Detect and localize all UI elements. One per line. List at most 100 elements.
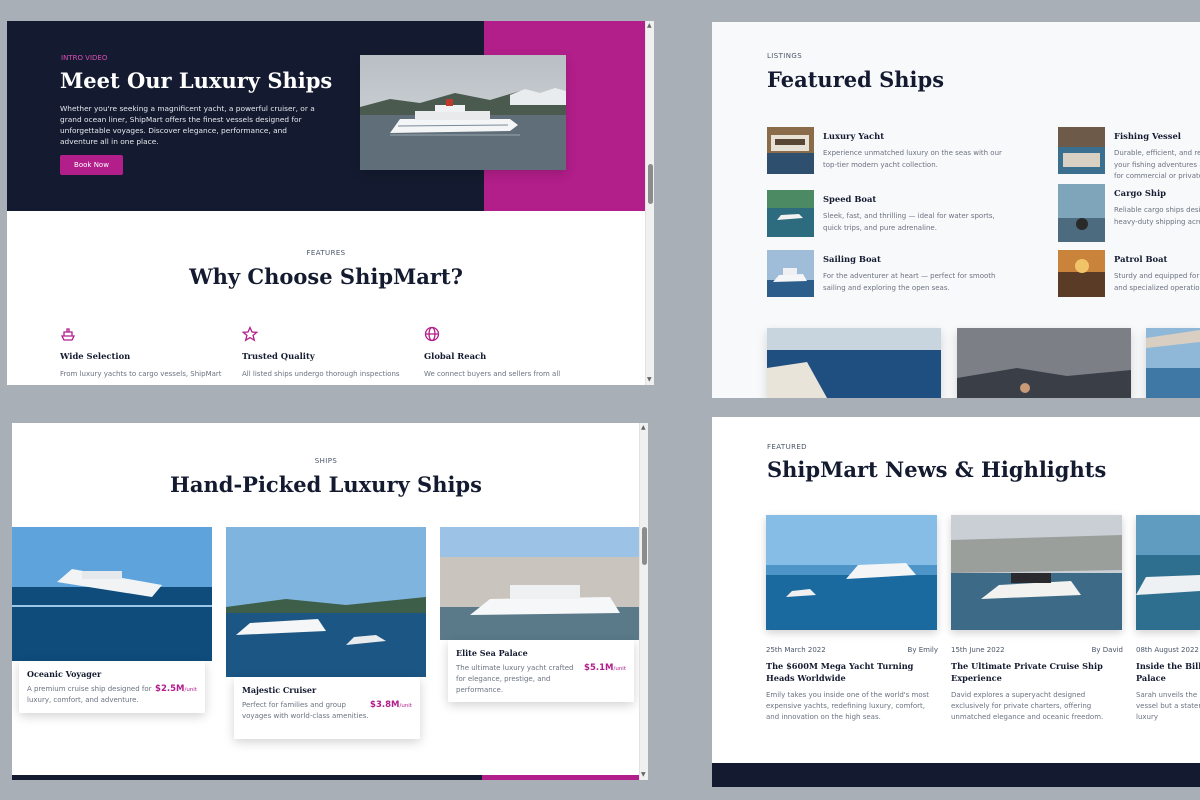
news-image bbox=[951, 515, 1122, 630]
gallery-image[interactable] bbox=[957, 328, 1131, 398]
news-title: ShipMart News & Highlights bbox=[767, 457, 1107, 482]
news-author: By Emily bbox=[907, 646, 938, 654]
listing-thumbnail bbox=[767, 190, 814, 237]
features-title: Why Choose ShipMart? bbox=[189, 264, 463, 289]
ship-desc: A premium cruise ship designed for luxur… bbox=[27, 685, 152, 704]
scrollbar[interactable]: ▲ ▼ bbox=[645, 21, 654, 385]
news-headline[interactable]: Inside the Billionaire's Floating Palace bbox=[1136, 660, 1200, 684]
news-image bbox=[766, 515, 937, 630]
listing-name: Luxury Yacht bbox=[823, 131, 885, 141]
feature-trusted-quality: Trusted Quality All listed ships undergo… bbox=[242, 326, 412, 378]
news-headline[interactable]: The $600M Mega Yacht Turning Heads World… bbox=[766, 660, 938, 684]
listing-desc: Reliable cargo ships designed for heavy-… bbox=[1114, 206, 1200, 226]
star-icon bbox=[242, 326, 258, 342]
ship-image-elite-sea-palace[interactable] bbox=[440, 527, 640, 640]
intro-features-panel: INTRO VIDEO Meet Our Luxury Ships Whethe… bbox=[7, 21, 654, 385]
listing-thumbnail bbox=[1058, 250, 1105, 297]
listing-name: Fishing Vessel bbox=[1114, 131, 1181, 141]
scrollbar-thumb[interactable] bbox=[642, 527, 647, 565]
feature-desc: We connect buyers and sellers from all bbox=[424, 370, 561, 378]
book-now-button[interactable]: Book Now bbox=[60, 155, 123, 175]
news-meta: 08th August 2022 bbox=[1136, 646, 1200, 654]
ship-image-majestic-cruiser[interactable] bbox=[226, 527, 426, 677]
news-card[interactable]: 25th March 2022 By Emily The $600M Mega Y… bbox=[766, 515, 938, 723]
ship-image-oceanic-voyager[interactable] bbox=[12, 527, 212, 661]
news-date: 15th June 2022 bbox=[951, 646, 1005, 654]
ship-name: Majestic Cruiser bbox=[242, 685, 317, 695]
listing-name: Speed Boat bbox=[823, 194, 877, 204]
ships-kicker: SHIPS bbox=[314, 457, 338, 465]
news-desc: David explores a superyacht designed exc… bbox=[951, 691, 1104, 721]
gallery-image[interactable] bbox=[767, 328, 941, 398]
hero-text: Whether you're seeking a magnificent yac… bbox=[60, 104, 315, 146]
ship-card[interactable]: Majestic Cruiser Perfect for families an… bbox=[234, 677, 420, 739]
listing-item[interactable]: Fishing Vessel Durable, efficient, and r… bbox=[1058, 127, 1200, 180]
listing-thumbnail bbox=[1058, 184, 1105, 242]
listing-thumbnail bbox=[767, 127, 814, 174]
scroll-down-arrow[interactable]: ▼ bbox=[647, 376, 652, 384]
news-date: 25th March 2022 bbox=[766, 646, 826, 654]
footer-bar bbox=[712, 763, 1200, 787]
ship-desc: Perfect for families and group voyages w… bbox=[242, 701, 369, 720]
news-headline[interactable]: The Ultimate Private Cruise Ship Experie… bbox=[951, 660, 1123, 684]
ship-card[interactable]: Oceanic Voyager A premium cruise ship de… bbox=[19, 661, 205, 713]
news-desc: Emily takes you inside one of the world'… bbox=[766, 691, 930, 721]
listing-thumbnail bbox=[767, 250, 814, 297]
news-card[interactable]: 08th August 2022 Inside the Billionaire'… bbox=[1136, 515, 1200, 723]
ship-price: $3.8M/unit bbox=[370, 700, 412, 710]
listing-name: Patrol Boat bbox=[1114, 254, 1168, 264]
gallery-image[interactable] bbox=[1146, 328, 1200, 398]
listing-item[interactable]: Luxury Yacht Experience unmatched luxury… bbox=[767, 127, 1027, 177]
ships-panel: SHIPS Hand-Picked Luxury Ships Oceanic V… bbox=[12, 423, 648, 780]
feature-title: Wide Selection bbox=[60, 351, 131, 361]
news-date: 08th August 2022 bbox=[1136, 646, 1199, 654]
news-kicker: FEATURED bbox=[767, 443, 807, 451]
listings-title: Featured Ships bbox=[767, 67, 945, 92]
news-meta: 15th June 2022 By David bbox=[951, 646, 1123, 654]
listing-item[interactable]: Patrol Boat Sturdy and equipped for secu… bbox=[1058, 250, 1200, 300]
feature-title: Global Reach bbox=[424, 351, 487, 361]
hero-kicker: INTRO VIDEO bbox=[61, 54, 108, 62]
news-meta: 25th March 2022 By Emily bbox=[766, 646, 938, 654]
news-card[interactable]: 15th June 2022 By David The Ultimate Priv… bbox=[951, 515, 1123, 723]
ship-name: Elite Sea Palace bbox=[456, 648, 528, 658]
listing-desc: Sleek, fast, and thrilling — ideal for w… bbox=[823, 212, 995, 232]
feature-desc: From luxury yachts to cargo vessels, Shi… bbox=[60, 370, 222, 378]
ship-icon bbox=[60, 326, 76, 342]
scrollbar-thumb[interactable] bbox=[648, 164, 653, 204]
news-desc: Sarah unveils the luxury floating palace… bbox=[1136, 691, 1200, 721]
cruise-ship-video[interactable] bbox=[360, 55, 566, 170]
ships-title: Hand-Picked Luxury Ships bbox=[170, 472, 482, 497]
hero-title: Meet Our Luxury Ships bbox=[60, 68, 333, 93]
footer-bar bbox=[12, 775, 482, 780]
listing-name: Cargo Ship bbox=[1114, 188, 1167, 198]
listing-desc: Experience unmatched luxury on the seas … bbox=[823, 149, 1002, 169]
listing-item[interactable]: Sailing Boat For the adventurer at heart… bbox=[767, 250, 1027, 300]
ship-name: Oceanic Voyager bbox=[27, 669, 102, 679]
feature-global-reach: Global Reach We connect buyers and selle… bbox=[424, 326, 594, 378]
feature-title: Trusted Quality bbox=[242, 351, 315, 361]
scroll-up-arrow[interactable]: ▲ bbox=[641, 424, 646, 432]
ship-desc: The ultimate luxury yacht crafted for el… bbox=[456, 664, 574, 694]
news-image bbox=[1136, 515, 1200, 630]
ship-card[interactable]: Elite Sea Palace The ultimate luxury yac… bbox=[448, 640, 634, 702]
ship-price: $5.1M/unit bbox=[584, 663, 626, 673]
listing-desc: Sturdy and equipped for security and spe… bbox=[1114, 272, 1200, 292]
listing-thumbnail bbox=[1058, 127, 1105, 174]
feature-desc: All listed ships undergo thorough inspec… bbox=[242, 370, 400, 378]
listings-kicker: LISTINGS bbox=[767, 52, 803, 60]
listing-desc: For the adventurer at heart — perfect fo… bbox=[823, 272, 996, 292]
scrollbar[interactable]: ▲ ▼ bbox=[639, 423, 648, 780]
listing-item[interactable]: Speed Boat Sleek, fast, and thrilling — … bbox=[767, 190, 1027, 240]
listing-name: Sailing Boat bbox=[823, 254, 881, 264]
features-kicker: FEATURES bbox=[306, 249, 346, 257]
listing-item[interactable]: Cargo Ship Reliable cargo ships designed… bbox=[1058, 184, 1200, 242]
scroll-up-arrow[interactable]: ▲ bbox=[647, 22, 652, 30]
listing-desc: Durable, efficient, and ready for your f… bbox=[1114, 149, 1200, 180]
globe-icon bbox=[424, 326, 440, 342]
scroll-down-arrow[interactable]: ▼ bbox=[641, 771, 646, 779]
news-panel: FEATURED ShipMart News & Highlights 25th… bbox=[712, 417, 1200, 787]
footer-accent bbox=[482, 775, 640, 780]
feature-wide-selection: Wide Selection From luxury yachts to car… bbox=[60, 326, 230, 378]
ship-price: $2.5M/unit bbox=[155, 684, 197, 694]
